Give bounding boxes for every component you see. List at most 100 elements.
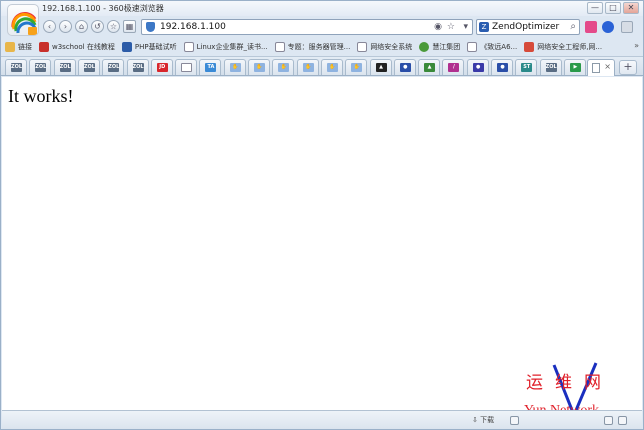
tab-favicon-icon: ZOL — [35, 63, 47, 72]
globe-icon — [419, 42, 430, 52]
pinned-tab[interactable]: ✋ — [320, 59, 343, 75]
page-icon — [274, 42, 285, 52]
tab-favicon-icon: ● — [497, 63, 508, 72]
address-bar[interactable]: 192.168.1.100 ◉ ☆ ▾ — [141, 19, 473, 35]
download-button[interactable]: ⇩ 下载 — [472, 415, 494, 425]
home-icon[interactable]: ⌂ — [75, 20, 88, 33]
pinned-tab[interactable] — [175, 59, 198, 75]
browser-window: 192.168.1.100 - 360极速浏览器 — □ ✕ ‹ › ⌂ ↺ ☆… — [0, 0, 644, 430]
tab-favicon-icon: ZOL — [83, 63, 95, 72]
pinned-tab[interactable]: ▲ — [418, 59, 441, 75]
pinned-tab[interactable]: ST — [515, 59, 538, 75]
search-input[interactable]: ZendOptimizer — [492, 22, 559, 32]
pinned-tab[interactable]: JD — [150, 59, 173, 75]
pinned-tab[interactable]: TA — [199, 59, 222, 75]
bookmarks-more-icon[interactable]: » — [634, 41, 639, 50]
maximize-button[interactable]: □ — [605, 2, 621, 14]
title-bar: 192.168.1.100 - 360极速浏览器 — □ ✕ — [1, 1, 643, 16]
tab-favicon-icon: ZOL — [545, 63, 557, 72]
tab-favicon-icon: ✋ — [302, 63, 314, 72]
pinned-tab[interactable]: ✋ — [296, 59, 319, 75]
bookmarks-bar: 链接 w3school 在线教程 PHP基础试听 Linux企业集群_读书...… — [1, 38, 643, 56]
status-icon[interactable] — [604, 416, 613, 425]
tab-favicon-icon: ● — [399, 63, 411, 72]
extension-icon[interactable] — [585, 21, 597, 33]
search-engine-icon[interactable]: Z — [479, 22, 489, 32]
apps-icon[interactable]: ▦ — [123, 20, 136, 33]
status-icon[interactable] — [510, 416, 519, 425]
pinned-tab[interactable]: ZOL — [53, 59, 76, 75]
pinned-tab[interactable]: ▶ — [563, 59, 586, 75]
tab-favicon-icon: ▶ — [569, 63, 581, 72]
star-icon[interactable]: ☆ — [107, 20, 120, 33]
bookmark-item[interactable]: PHP基础试听 — [121, 40, 177, 54]
tab-favicon-icon: ST — [521, 63, 533, 72]
tab-favicon-icon: ✋ — [229, 63, 241, 72]
minimize-button[interactable]: — — [587, 2, 603, 14]
pinned-tab[interactable]: ✋ — [345, 59, 368, 75]
new-tab-button[interactable]: + — [619, 60, 637, 75]
address-text[interactable]: 192.168.1.100 — [160, 22, 226, 32]
tab-favicon-icon: ▲ — [375, 63, 387, 72]
status-bar: ⇩ 下载 — [2, 410, 642, 429]
site-icon — [524, 42, 535, 52]
page-body-text: It works! — [8, 86, 74, 106]
tab-favicon-icon: ZOL — [59, 63, 71, 72]
tab-favicon-icon: ✋ — [278, 63, 290, 72]
baidu-icon[interactable] — [602, 21, 614, 33]
bookmark-item[interactable]: 《致远A6... — [467, 40, 517, 54]
watermark-chinese: 运维网 — [526, 373, 613, 393]
dropdown-icon[interactable]: ▾ — [463, 22, 468, 32]
pinned-tab[interactable]: ZOL — [102, 59, 125, 75]
compat-mode-icon[interactable]: ◉ — [434, 22, 442, 32]
menu-icon[interactable] — [621, 21, 633, 33]
tab-favicon-icon: ZOL — [11, 63, 22, 72]
forward-icon[interactable]: › — [59, 20, 72, 33]
page-content: It works! 运维网 Yun Network — [2, 77, 642, 419]
window-controls: — □ ✕ — [587, 2, 639, 14]
tab-favicon-icon: ▲ — [424, 63, 436, 72]
tab-strip: ▶ ZOL ST ● ● / ▲ ● ▲ ✋ ✋ ✋ ✋ ✋ ✋ TA JD ZOL ZOL ZOL ZOL ZOL ZOL… — [1, 56, 643, 76]
pinned-tab[interactable]: ✋ — [272, 59, 295, 75]
tab-favicon-icon: ✋ — [351, 63, 363, 72]
pinned-tab[interactable]: ● — [393, 59, 416, 75]
bookmark-item[interactable]: w3school 在线教程 — [39, 40, 115, 54]
search-icon[interactable]: ⌕ — [570, 21, 576, 32]
bookmark-item[interactable]: 慧江集团 — [419, 40, 460, 54]
pinned-tab[interactable]: ● — [491, 59, 513, 75]
pinned-tab[interactable]: ▲ — [369, 59, 392, 75]
page-icon — [183, 42, 194, 52]
pinned-tab[interactable]: ZOL — [5, 59, 27, 75]
pinned-tab[interactable]: ZOL — [539, 59, 562, 75]
folder-icon — [5, 42, 15, 52]
tab-favicon-icon — [181, 63, 193, 72]
bookmark-item[interactable]: Linux企业集群_读书... — [183, 40, 268, 54]
navigation-bar: ‹ › ⌂ ↺ ☆ ▦ 192.168.1.100 ◉ ☆ ▾ Z ZendOp… — [1, 16, 643, 38]
tab-favicon-icon: ● — [472, 63, 484, 72]
active-tab[interactable]: × — [587, 59, 615, 76]
page-icon — [592, 63, 600, 73]
back-icon[interactable]: ‹ — [43, 20, 56, 33]
tab-favicon-icon: ZOL — [132, 63, 144, 72]
bookmark-item[interactable]: 专题：服务器管理... — [274, 40, 350, 54]
bookmark-star-icon[interactable]: ☆ — [447, 22, 455, 32]
pinned-tab[interactable]: ● — [466, 59, 489, 75]
pinned-tab[interactable]: ZOL — [126, 59, 149, 75]
pinned-tab[interactable]: ZOL — [77, 59, 100, 75]
page-icon — [357, 42, 368, 52]
bookmark-item[interactable]: 链接 — [5, 40, 32, 54]
pinned-tab[interactable]: ZOL — [29, 59, 52, 75]
close-tab-icon[interactable]: × — [604, 62, 611, 71]
status-icon[interactable] — [618, 416, 627, 425]
bookmark-item[interactable]: 网络安全工程师,网... — [524, 40, 602, 54]
pinned-tab[interactable]: ✋ — [223, 59, 246, 75]
tab-favicon-icon: JD — [156, 63, 168, 72]
undo-icon[interactable]: ↺ — [91, 20, 104, 33]
security-shield-icon — [146, 22, 155, 32]
w3school-icon — [39, 42, 49, 52]
pinned-tab[interactable]: / — [442, 59, 465, 75]
close-button[interactable]: ✕ — [623, 2, 639, 14]
pinned-tab[interactable]: ✋ — [248, 59, 270, 75]
bookmark-item[interactable]: 网络安全系统 — [357, 40, 412, 54]
search-box[interactable]: Z ZendOptimizer ⌕ — [476, 19, 580, 35]
